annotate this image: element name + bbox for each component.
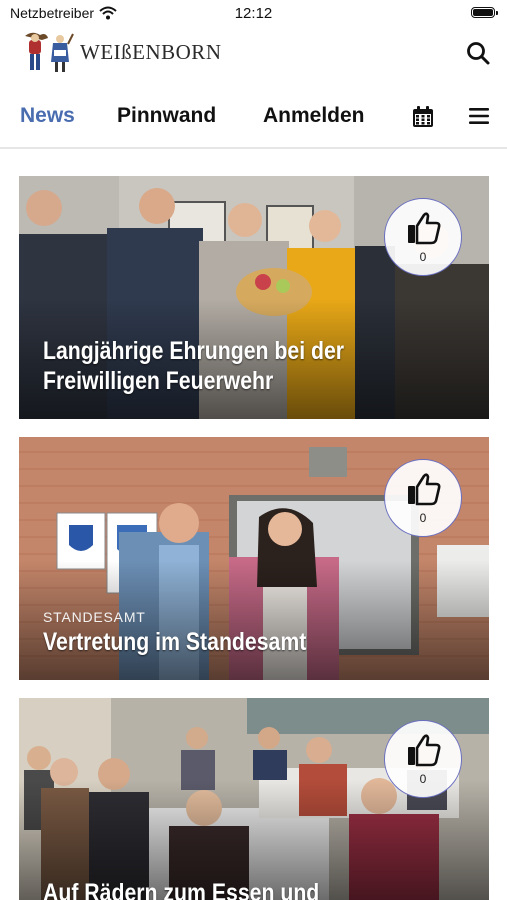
main-nav: News Pinnwand Anmelden xyxy=(0,95,507,141)
like-button[interactable]: 0 xyxy=(384,720,462,798)
battery-icon xyxy=(471,7,498,18)
news-title: Auf Rädern zum Essen und Einkaufen xyxy=(43,878,383,900)
app-title: WEIßENBORN xyxy=(80,39,222,64)
like-count: 0 xyxy=(419,250,427,264)
status-bar: Netzbetreiber 12:12 xyxy=(0,0,507,26)
like-count: 0 xyxy=(419,511,427,525)
search-button[interactable] xyxy=(465,40,491,66)
tab-anmelden[interactable]: Anmelden xyxy=(263,104,365,128)
nav-divider xyxy=(0,147,507,149)
tab-news[interactable]: News xyxy=(20,104,75,128)
news-title-line: Vertretung im Standesamt xyxy=(43,628,307,656)
thumbs-up-icon xyxy=(408,734,441,767)
menu-button[interactable] xyxy=(468,106,490,126)
coat-of-arms-icon xyxy=(22,30,74,74)
news-card[interactable]: Langjährige Ehrungen bei der Freiwillige… xyxy=(19,176,489,419)
news-card[interactable]: Auf Rädern zum Essen und Einkaufen 0 xyxy=(19,698,489,900)
like-button[interactable]: 0 xyxy=(384,459,462,537)
app-logo[interactable]: WEIßENBORN xyxy=(22,30,221,74)
thumbs-up-icon xyxy=(408,212,441,245)
app-header: WEIßENBORN xyxy=(0,28,507,76)
news-title: Vertretung im Standesamt xyxy=(43,627,383,657)
news-title-line: Freiwilligen Feuerwehr xyxy=(43,367,274,395)
tab-pinnwand[interactable]: Pinnwand xyxy=(117,104,216,128)
search-icon xyxy=(467,42,490,65)
news-title: Langjährige Ehrungen bei der Freiwillige… xyxy=(43,336,383,396)
like-count: 0 xyxy=(419,772,427,786)
calendar-icon xyxy=(413,106,433,127)
menu-icon xyxy=(469,108,489,124)
thumbs-up-icon xyxy=(408,473,441,506)
news-category: STANDESAMT xyxy=(43,609,146,625)
status-time: 12:12 xyxy=(234,5,273,22)
news-title-line: Auf Rädern zum Essen und Einkaufen xyxy=(43,879,320,900)
news-title-line: Langjährige Ehrungen bei der xyxy=(43,337,345,365)
calendar-button[interactable] xyxy=(411,105,435,129)
news-card[interactable]: STANDESAMT Vertretung im Standesamt 0 xyxy=(19,437,489,680)
like-button[interactable]: 0 xyxy=(384,198,462,276)
